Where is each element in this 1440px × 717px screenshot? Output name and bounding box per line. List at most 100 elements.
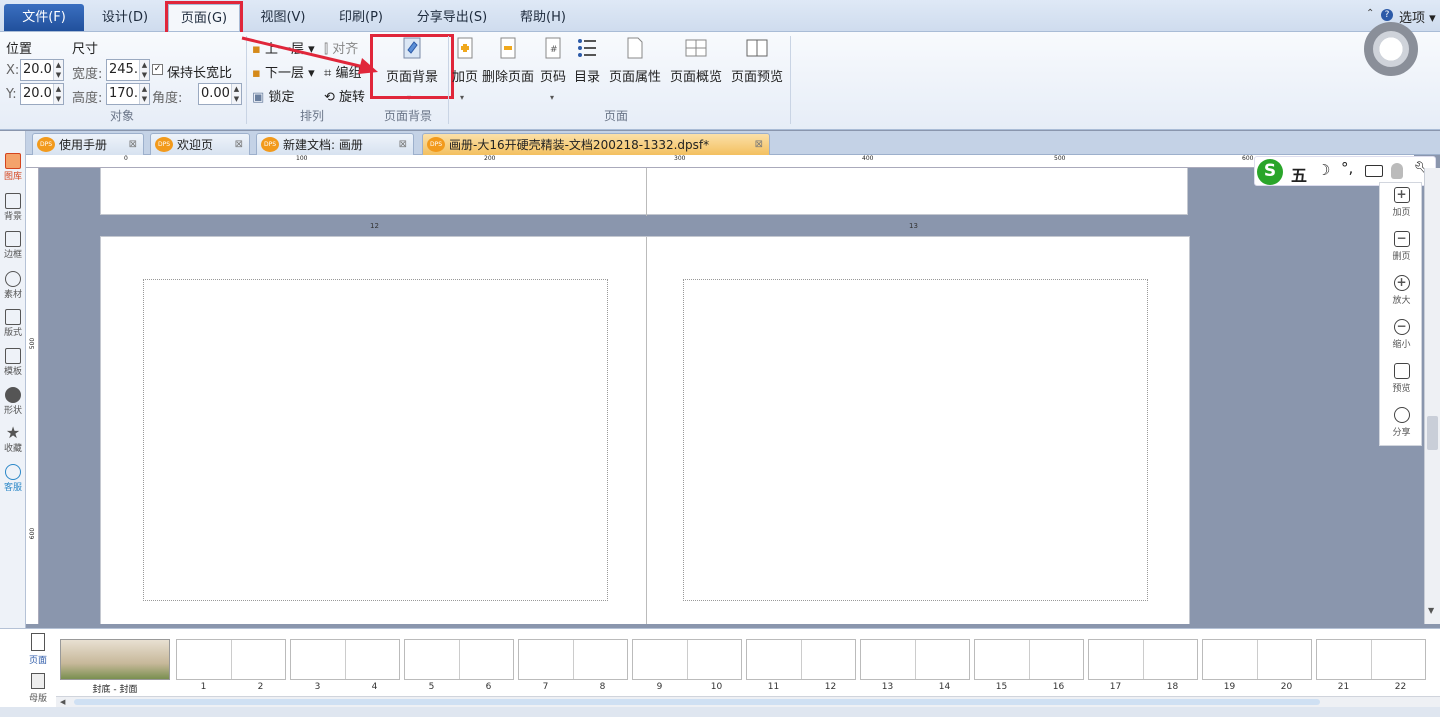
sidebar-item-material[interactable]: 素材 <box>0 271 26 300</box>
zoom-out-tool[interactable]: − 缩小 <box>1380 319 1423 350</box>
width-input[interactable]: 245.(▲ ▼ <box>106 59 150 81</box>
chevron-down-icon[interactable]: ▾ <box>460 93 464 102</box>
preview-tool[interactable]: 预览 <box>1380 363 1423 394</box>
dps-icon: DPS <box>155 137 173 152</box>
sidebar-item-shape[interactable]: 形状 <box>0 387 26 416</box>
thumbnail-spread[interactable] <box>404 639 514 680</box>
add-page-button[interactable]: 加页 <box>451 36 479 92</box>
scroll-left-icon[interactable]: ◀ <box>60 698 65 706</box>
spread-page-12-13[interactable] <box>100 168 1188 216</box>
chevron-up-icon[interactable]: ⌃ <box>1366 8 1374 19</box>
angle-label: 角度: <box>152 91 183 106</box>
moon-icon[interactable]: ☽ <box>1317 161 1330 179</box>
sidebar-item-gallery[interactable]: 图库 <box>0 153 26 182</box>
menu-design[interactable]: 设计(D) <box>94 4 156 31</box>
lock-button[interactable]: ▣ 锁定 <box>252 86 294 105</box>
y-label: Y: <box>6 87 17 102</box>
user-icon[interactable] <box>1391 163 1403 179</box>
delete-page-button[interactable]: 删除页面 <box>480 36 536 92</box>
page-overview-button[interactable]: 页面概览 <box>667 36 725 92</box>
spine-divider <box>1143 640 1144 679</box>
thumbnail-spread[interactable] <box>1202 639 1312 680</box>
scroll-thumb[interactable] <box>74 699 1320 705</box>
sidebar-item-layout[interactable]: 版式 <box>0 309 26 338</box>
keyboard-icon[interactable] <box>1365 165 1383 177</box>
angle-input[interactable]: 0.00 ▲ ▼ <box>198 83 242 105</box>
svg-text:#: # <box>550 45 558 55</box>
minus-page-icon: − <box>1393 231 1410 247</box>
page-number-button[interactable]: # 页码 <box>539 36 567 92</box>
sidebar-item-background[interactable]: 背景 <box>0 193 26 222</box>
scroll-thumb[interactable] <box>1427 416 1438 450</box>
thumbnail-label: 封底 - 封面 <box>92 685 138 695</box>
spine-divider <box>915 640 916 679</box>
tab-new-document[interactable]: DPS 新建文档: 画册 ⊠ <box>256 133 414 155</box>
shape-icon <box>5 387 21 403</box>
menu-help[interactable]: 帮助(H) <box>512 4 574 31</box>
width-label: 宽度: <box>72 67 103 82</box>
chevron-down-icon[interactable]: ▾ <box>550 93 554 102</box>
thumbnail-spread[interactable] <box>518 639 628 680</box>
add-page-icon <box>457 37 473 59</box>
menu-share-export[interactable]: 分享导出(S) <box>406 4 498 31</box>
delete-page-tool[interactable]: − 删页 <box>1380 231 1423 262</box>
page-preview-button[interactable]: 页面预览 <box>728 36 786 92</box>
document-tab-bar: DPS 使用手册 ⊠ DPS 欢迎页 ⊠ DPS 新建文档: 画册 ⊠ DPS 画册-大16开… <box>26 131 1440 155</box>
tab-active-document[interactable]: DPS 画册-大16开硬壳精装-文档200218-1332.dpsf* ⊠ <box>422 133 770 155</box>
scroll-down-icon[interactable]: ▼ <box>1428 606 1434 615</box>
sogou-logo-icon[interactable]: S <box>1257 159 1283 185</box>
thumbnail-spread[interactable] <box>290 639 400 680</box>
thumbnail-spread[interactable] <box>974 639 1084 680</box>
close-icon[interactable]: ⊠ <box>399 134 407 156</box>
vertical-scrollbar[interactable]: ▼ <box>1424 168 1440 624</box>
tab-master[interactable]: 母版 <box>28 673 48 704</box>
thumbnail-spread[interactable] <box>1316 639 1426 680</box>
thumbnail-spread[interactable] <box>860 639 970 680</box>
help-icon[interactable]: ? <box>1381 9 1393 21</box>
sidebar-item-support[interactable]: 客服 <box>0 464 26 493</box>
thumbnail-spread[interactable] <box>1088 639 1198 680</box>
spread-page-14-15[interactable] <box>100 236 1190 624</box>
add-page-tool[interactable]: + 加页 <box>1380 187 1423 218</box>
menu-print[interactable]: 印刷(P) <box>330 4 392 31</box>
document-canvas[interactable]: 12 13 <box>39 168 1414 624</box>
keep-ratio-checkbox[interactable]: ✓ <box>152 64 163 75</box>
toc-button[interactable]: 目录 <box>571 36 603 92</box>
menu-view[interactable]: 视图(V) <box>252 4 314 31</box>
close-icon[interactable]: ⊠ <box>129 134 137 156</box>
thumbnail-spread[interactable] <box>176 639 286 680</box>
thumbnail-number: 7 <box>542 682 549 692</box>
book-icon <box>1393 363 1410 379</box>
zoom-in-icon: + <box>1393 275 1410 291</box>
input-mode-label[interactable]: 五 <box>1291 162 1307 186</box>
master-page-icon <box>31 673 45 689</box>
thumbnail-number: 15 <box>995 682 1008 692</box>
thumbnail-cover[interactable] <box>60 639 170 680</box>
ruler-tick-label: 200 <box>484 155 496 162</box>
gallery-icon <box>5 153 21 169</box>
close-icon[interactable]: ⊠ <box>235 134 243 156</box>
sidebar-item-favorites[interactable]: ★ 收藏 <box>0 425 26 455</box>
rotate-button[interactable]: ⟲ 旋转 <box>324 86 365 105</box>
close-icon[interactable]: ⊠ <box>755 134 763 156</box>
thumbnail-number: 14 <box>938 682 951 692</box>
y-input[interactable]: 20.0(▲ ▼ <box>20 83 64 105</box>
margin-guide <box>683 279 1148 601</box>
height-input[interactable]: 170.(▲ ▼ <box>106 83 150 105</box>
zoom-in-tool[interactable]: + 放大 <box>1380 275 1423 306</box>
sidebar-item-border[interactable]: 边框 <box>0 231 26 260</box>
horizontal-scrollbar[interactable]: ◀ <box>56 696 1440 707</box>
options-button[interactable]: 选项 ▾ <box>1399 7 1436 26</box>
thumbnail-spread[interactable] <box>632 639 742 680</box>
tab-welcome[interactable]: DPS 欢迎页 ⊠ <box>150 133 250 155</box>
tab-user-manual[interactable]: DPS 使用手册 ⊠ <box>32 133 144 155</box>
share-tool[interactable]: 分享 <box>1380 407 1423 438</box>
tab-pages[interactable]: 页面 <box>28 633 48 666</box>
sidebar-item-template[interactable]: 模板 <box>0 348 26 377</box>
thumbnail-number: 3 <box>314 682 321 692</box>
x-input[interactable]: 20.0(▲ ▼ <box>20 59 64 81</box>
thumbnail-spread[interactable] <box>746 639 856 680</box>
page-properties-button[interactable]: 页面属性 <box>606 36 664 92</box>
menu-file[interactable]: 文件(F) <box>4 4 84 31</box>
punctuation-icon[interactable]: °, <box>1341 159 1353 177</box>
